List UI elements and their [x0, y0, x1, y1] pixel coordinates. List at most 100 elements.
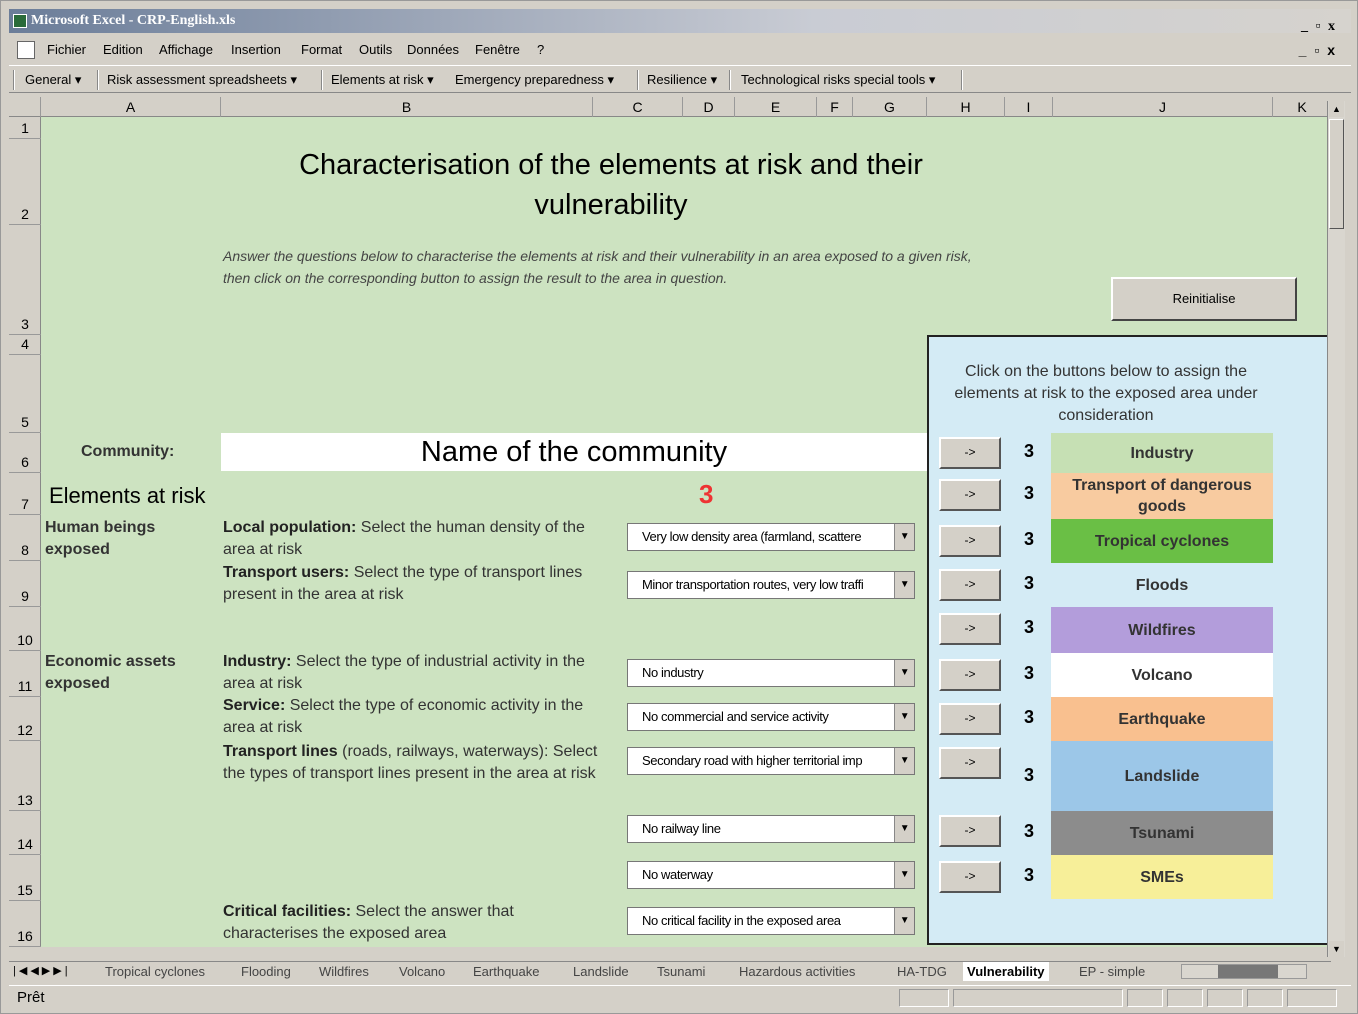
industry-select[interactable]: No industry ▼ — [627, 659, 915, 687]
row-header[interactable]: 9 — [9, 561, 41, 607]
row-header[interactable]: 14 — [9, 811, 41, 855]
row-header[interactable]: 8 — [9, 515, 41, 561]
waterway-select[interactable]: No waterway ▼ — [627, 861, 915, 889]
column-header-j[interactable]: J — [1053, 97, 1273, 117]
toolbar-risk-assessment[interactable]: Risk assessment spreadsheets ▾ — [107, 66, 297, 94]
column-header-b[interactable]: B — [221, 97, 593, 117]
document-icon[interactable] — [17, 41, 35, 59]
row-header[interactable]: 10 — [9, 607, 41, 651]
menu-donnees[interactable]: Données — [407, 37, 459, 63]
risk-industry: Industry — [1051, 433, 1273, 473]
tab-wildfires[interactable]: Wildfires — [319, 962, 369, 981]
row-header[interactable]: 11 — [9, 651, 41, 697]
scroll-down-icon[interactable]: ▼ — [1329, 941, 1344, 957]
column-header-c[interactable]: C — [593, 97, 683, 117]
tab-navigation-icons[interactable]: |◀◀▶▶| — [13, 962, 71, 981]
menu-insertion[interactable]: Insertion — [231, 37, 281, 63]
risk-smes: SMEs — [1051, 855, 1273, 899]
assign-landslide-button[interactable]: -> — [939, 747, 1001, 779]
row-header[interactable]: 7 — [9, 473, 41, 515]
horizontal-scrollbar[interactable] — [1181, 964, 1307, 979]
assign-tsunami-button[interactable]: -> — [939, 815, 1001, 847]
menu-format[interactable]: Format — [301, 37, 342, 63]
tab-landslide[interactable]: Landslide — [573, 962, 629, 981]
row-header[interactable]: 13 — [9, 741, 41, 811]
road-select[interactable]: Secondary road with higher territorial i… — [627, 747, 915, 775]
worksheet-area[interactable]: Characterisation of the elements at risk… — [41, 117, 1331, 947]
assign-volcano-button[interactable]: -> — [939, 659, 1001, 691]
toolbar-separator — [637, 70, 639, 90]
transport-users-select[interactable]: Minor transportation routes, very low tr… — [627, 571, 915, 599]
toolbar-resilience[interactable]: Resilience ▾ — [647, 66, 717, 94]
select-all-corner[interactable] — [9, 97, 41, 117]
tab-earthquake[interactable]: Earthquake — [473, 962, 540, 981]
service-select[interactable]: No commercial and service activity ▼ — [627, 703, 915, 731]
menu-fenetre[interactable]: Fenêtre — [475, 37, 520, 63]
menu-affichage[interactable]: Affichage — [159, 37, 213, 63]
column-header-a[interactable]: A — [41, 97, 221, 117]
assign-industry-button[interactable]: -> — [939, 437, 1001, 469]
tab-ep-simple[interactable]: EP - simple — [1079, 962, 1145, 981]
chevron-down-icon[interactable]: ▼ — [894, 862, 914, 888]
toolbar-separator — [729, 70, 731, 90]
column-header-f[interactable]: F — [817, 97, 853, 117]
row-header[interactable]: 4 — [9, 335, 41, 355]
tab-volcano[interactable]: Volcano — [399, 962, 445, 981]
menu-fichier[interactable]: Fichier — [47, 37, 86, 63]
row-header[interactable]: 1 — [9, 117, 41, 139]
railway-select[interactable]: No railway line ▼ — [627, 815, 915, 843]
row-header[interactable]: 6 — [9, 433, 41, 473]
menu-help[interactable]: ? — [537, 37, 544, 63]
chevron-down-icon[interactable]: ▼ — [894, 748, 914, 774]
tab-tropical-cyclones[interactable]: Tropical cyclones — [105, 962, 205, 981]
sheet-tabs-bar: |◀◀▶▶| Tropical cyclones Flooding Wildfi… — [9, 961, 1331, 981]
column-header-d[interactable]: D — [683, 97, 735, 117]
tab-tsunami[interactable]: Tsunami — [657, 962, 705, 981]
column-header-k[interactable]: K — [1273, 97, 1331, 117]
window-controls[interactable]: _ ▫ x — [1301, 15, 1337, 39]
column-header-e[interactable]: E — [735, 97, 817, 117]
chevron-down-icon[interactable]: ▼ — [894, 816, 914, 842]
row-header[interactable]: 12 — [9, 697, 41, 741]
chevron-down-icon[interactable]: ▼ — [894, 660, 914, 686]
chevron-down-icon[interactable]: ▼ — [894, 524, 914, 550]
horizontal-scroll-thumb[interactable] — [1218, 965, 1278, 978]
toolbar-general[interactable]: General ▾ — [25, 66, 81, 94]
chevron-down-icon[interactable]: ▼ — [894, 572, 914, 598]
chevron-down-icon[interactable]: ▼ — [894, 704, 914, 730]
column-header-i[interactable]: I — [1005, 97, 1053, 117]
assign-transport-dangerous-goods-button[interactable]: -> — [939, 479, 1001, 511]
menu-outils[interactable]: Outils — [359, 37, 392, 63]
critical-facilities-select[interactable]: No critical facility in the exposed area… — [627, 907, 915, 935]
toolbar-technological-risks[interactable]: Technological risks special tools ▾ — [741, 66, 935, 94]
assign-wildfires-button[interactable]: -> — [939, 613, 1001, 645]
row-header[interactable]: 15 — [9, 855, 41, 901]
column-header-h[interactable]: H — [927, 97, 1005, 117]
menu-edition[interactable]: Edition — [103, 37, 143, 63]
toolbar-elements-at-risk[interactable]: Elements at risk ▾ — [331, 66, 434, 94]
vertical-scrollbar[interactable]: ▲ ▼ — [1327, 101, 1345, 957]
elements-at-risk-heading: Elements at risk — [49, 483, 206, 508]
assign-tropical-cyclones-button[interactable]: -> — [939, 525, 1001, 557]
column-header-g[interactable]: G — [853, 97, 927, 117]
toolbar-emergency-preparedness[interactable]: Emergency preparedness ▾ — [455, 66, 614, 94]
reinitialise-button[interactable]: Reinitialise — [1111, 277, 1297, 321]
local-population-select[interactable]: Very low density area (farmland, scatter… — [627, 523, 915, 551]
scroll-up-icon[interactable]: ▲ — [1329, 101, 1344, 117]
assign-earthquake-button[interactable]: -> — [939, 703, 1001, 735]
risk-floods: Floods — [1051, 563, 1273, 607]
tab-flooding[interactable]: Flooding — [241, 962, 291, 981]
row-header[interactable]: 2 — [9, 139, 41, 225]
chevron-down-icon[interactable]: ▼ — [894, 908, 914, 934]
row-header[interactable]: 3 — [9, 225, 41, 335]
tab-ha-tdg[interactable]: HA-TDG — [897, 962, 947, 981]
workbook-controls[interactable]: _ ▫ x — [1299, 37, 1337, 63]
scroll-thumb[interactable] — [1329, 119, 1344, 229]
tab-hazardous-activities[interactable]: Hazardous activities — [739, 962, 855, 981]
tab-vulnerability[interactable]: Vulnerability — [963, 962, 1049, 981]
row-header[interactable]: 16 — [9, 901, 41, 947]
community-name-input[interactable]: Name of the community — [221, 433, 927, 471]
assign-smes-button[interactable]: -> — [939, 861, 1001, 893]
row-header[interactable]: 5 — [9, 355, 41, 433]
assign-floods-button[interactable]: -> — [939, 569, 1001, 601]
